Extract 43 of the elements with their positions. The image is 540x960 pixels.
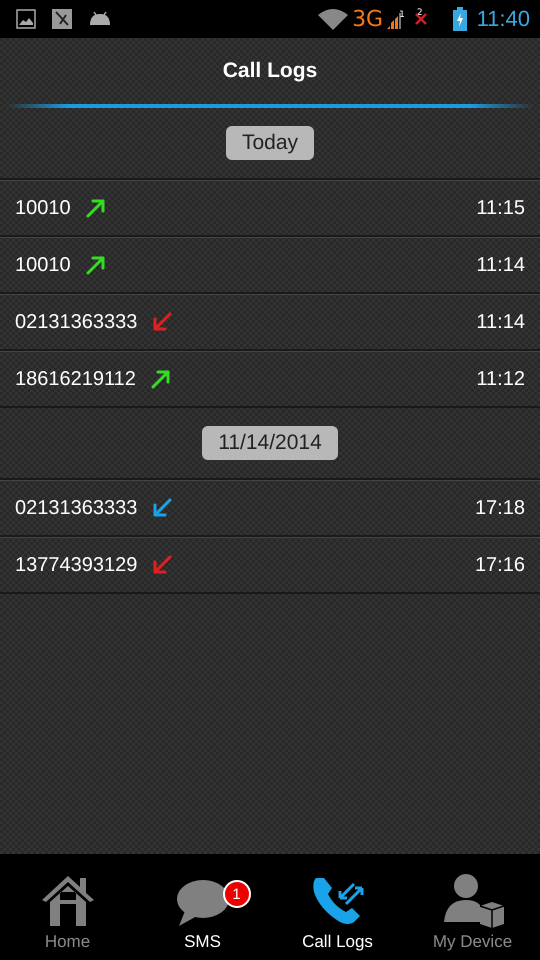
call-time: 11:14: [476, 310, 525, 334]
date-header: Today: [226, 126, 314, 160]
phone-number: 13774393129: [15, 554, 138, 576]
phone-number: 10010: [15, 254, 71, 276]
sim-label: 2: [416, 8, 423, 18]
call-time: 11:15: [476, 196, 525, 220]
close-icon: [414, 13, 427, 25]
call-log-row[interactable]: 10010 11:14: [0, 237, 540, 294]
battery-icon: [452, 7, 467, 31]
nav-tab[interactable]: Home: [0, 854, 135, 960]
phone-number: 02131363333: [15, 496, 138, 520]
down-left-arrow-icon: [151, 554, 174, 576]
call-time: 11:12: [476, 368, 525, 390]
call-log-row[interactable]: 13774393129 17:16: [0, 537, 540, 594]
up-right-arrow-icon: [84, 197, 107, 219]
picture-icon: [16, 9, 36, 29]
phone-number: 02131363333: [15, 310, 138, 334]
speech-bubble-icon: [174, 878, 230, 928]
android-icon: [88, 11, 112, 27]
call-time: 11:14: [476, 254, 525, 276]
person-box-icon: [442, 872, 504, 928]
call-log-row[interactable]: 18616219112 11:12: [0, 351, 540, 408]
call-time: 17:16: [474, 554, 525, 576]
screen-title: Call Logs: [222, 59, 318, 83]
wifi-icon: [318, 8, 348, 30]
nav-tab[interactable]: 1 SMS: [135, 854, 270, 960]
down-left-arrow-icon: [151, 311, 174, 333]
sim-label: 1: [399, 10, 405, 20]
call-time: 17:18: [474, 496, 525, 520]
up-right-arrow-icon: [84, 254, 107, 276]
down-left-arrow-icon: [151, 497, 174, 519]
clock-time: 11:40: [476, 6, 530, 32]
nav-tab[interactable]: Call Logs: [270, 854, 405, 960]
date-header: 11/14/2014: [202, 426, 338, 460]
nav-tab[interactable]: My Device: [405, 854, 540, 960]
phone-number: 10010: [15, 196, 71, 220]
call-log-row[interactable]: 02131363333 17:18: [0, 480, 540, 537]
call-log-row[interactable]: 10010 11:15: [0, 180, 540, 237]
up-right-arrow-icon: [150, 368, 172, 390]
unread-badge: 1: [222, 880, 250, 908]
phone-number: 18616219112: [15, 368, 136, 390]
network-type: 3G: [352, 6, 384, 32]
call-log-row[interactable]: 02131363333 11:14: [0, 294, 540, 351]
